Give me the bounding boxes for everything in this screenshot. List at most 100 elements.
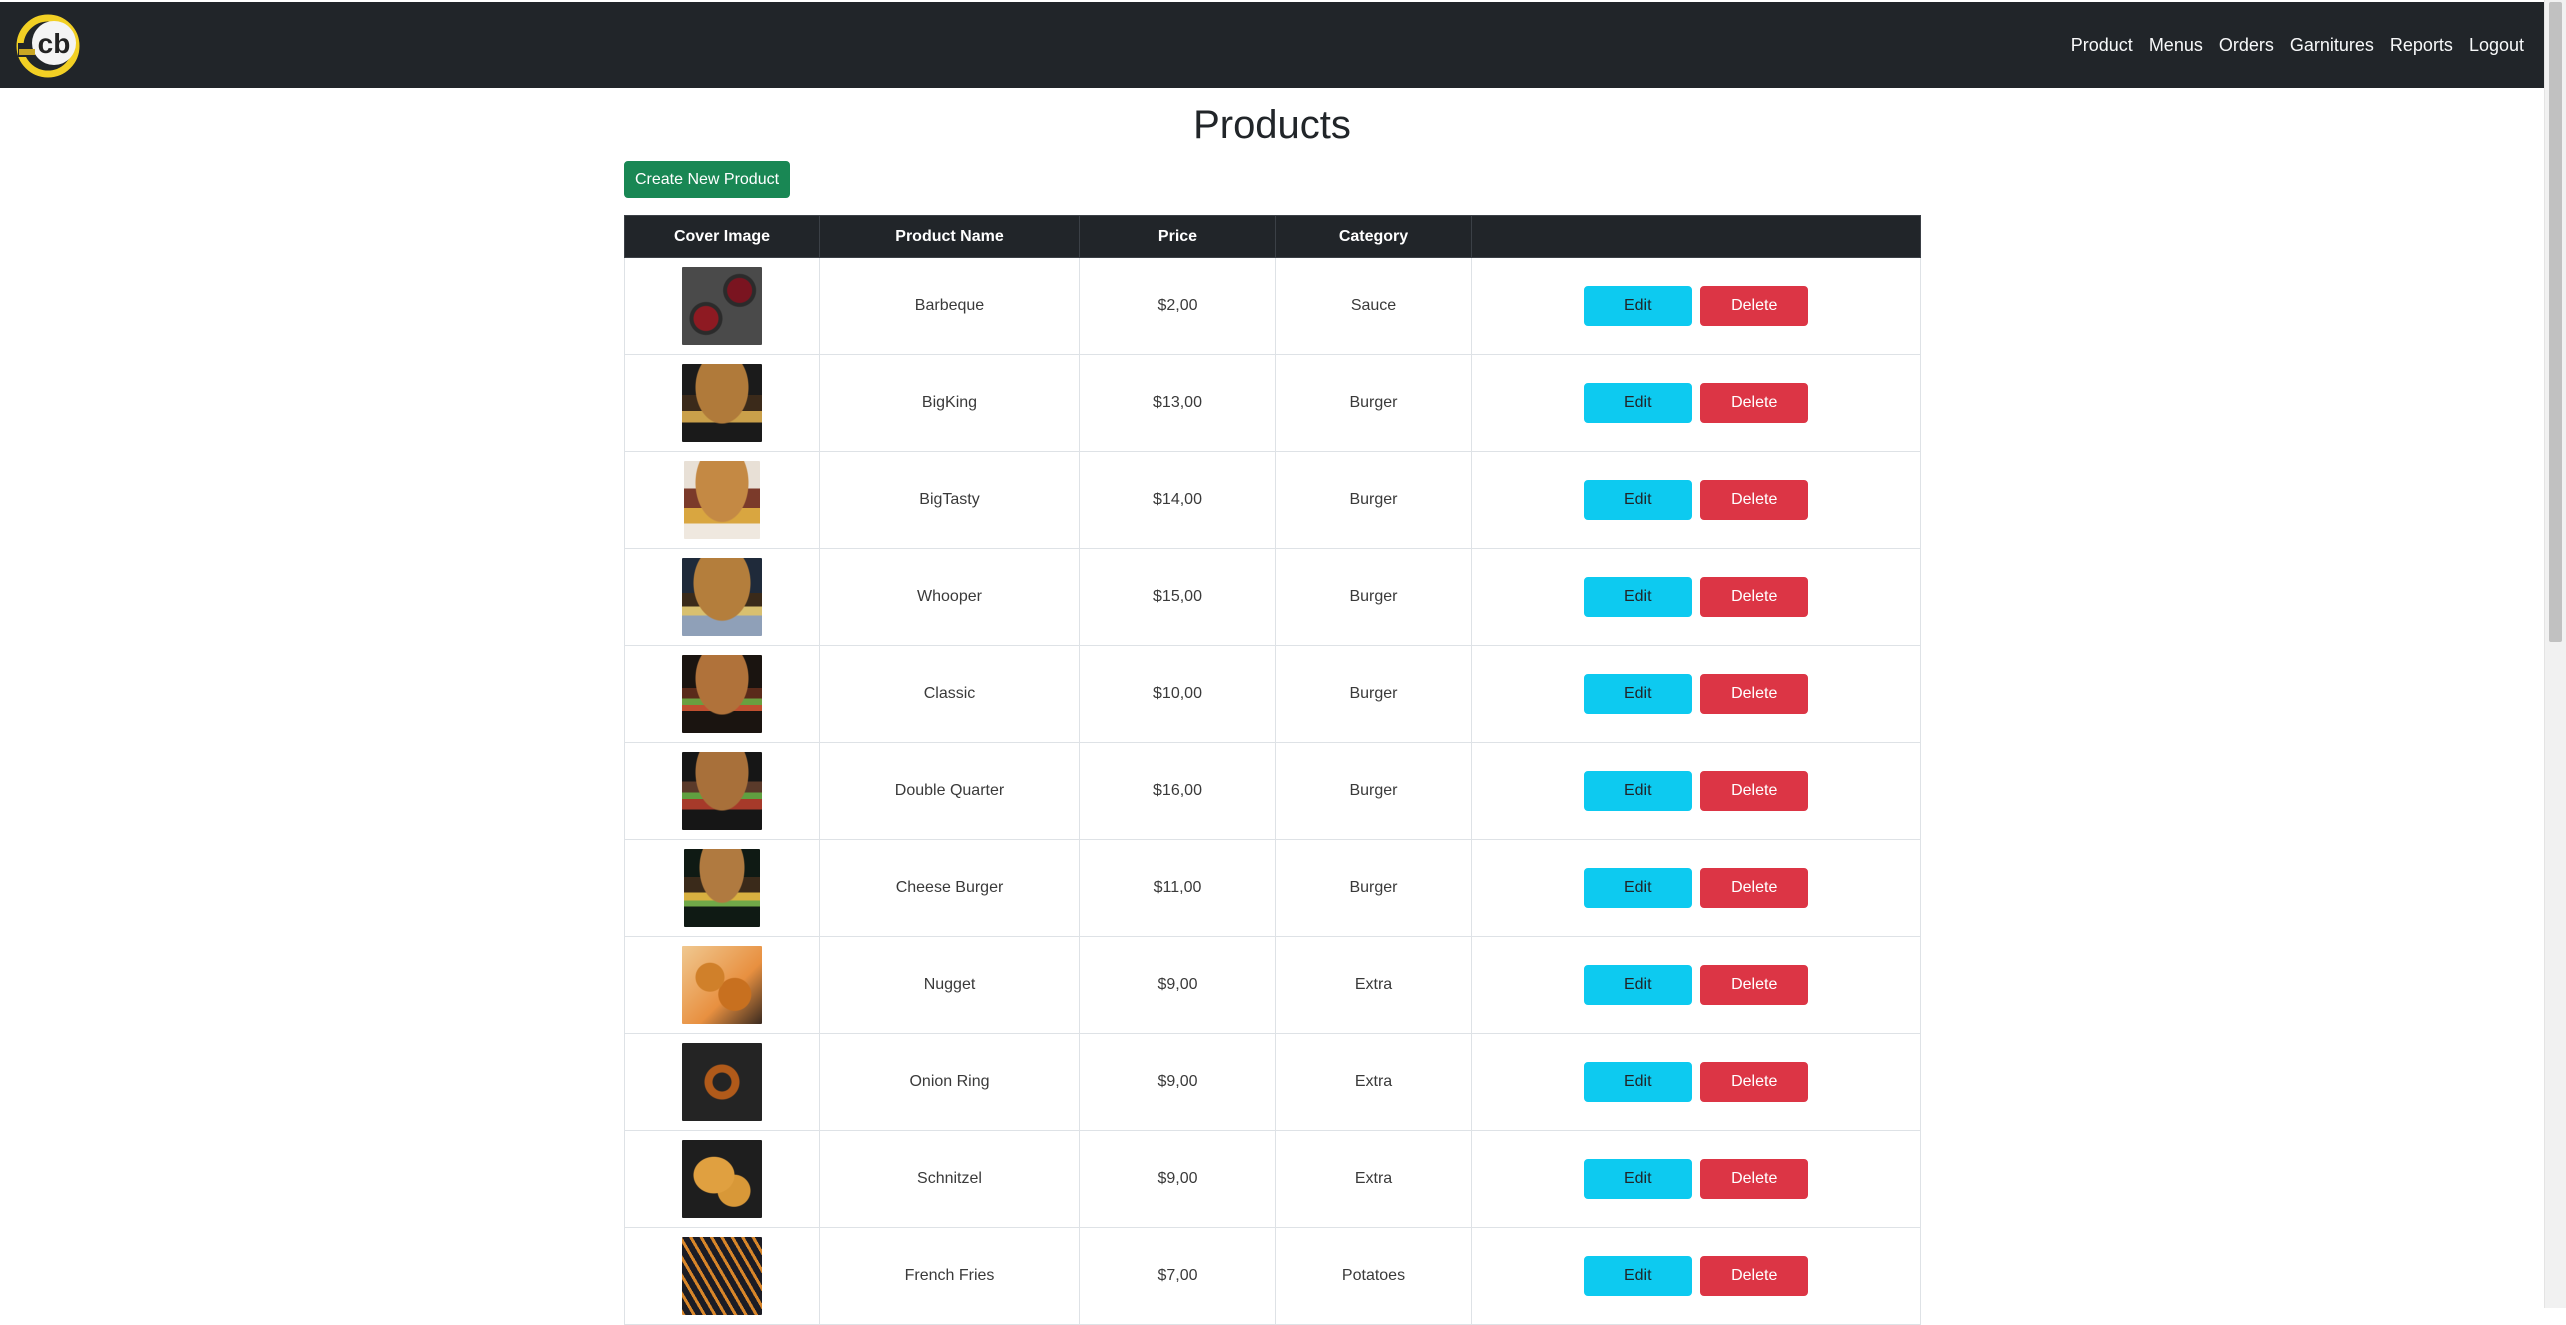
products-table: Cover Image Product Name Price Category …: [624, 215, 1921, 1325]
cell-category: Burger: [1275, 742, 1472, 840]
cell-actions: Edit Delete: [1471, 451, 1921, 549]
delete-button[interactable]: Delete: [1700, 1256, 1809, 1296]
delete-button[interactable]: Delete: [1700, 965, 1809, 1005]
cell-category: Burger: [1275, 839, 1472, 937]
table-row: Whooper $15,00 Burger Edit Delete: [624, 548, 1921, 646]
cell-product-name: BigTasty: [819, 451, 1080, 549]
nav-garnitures[interactable]: Garnitures: [2290, 35, 2374, 56]
table-row: Cheese Burger $11,00 Burger Edit Delete: [624, 839, 1921, 937]
product-thumbnail: [682, 655, 762, 733]
edit-button[interactable]: Edit: [1583, 1062, 1692, 1102]
table-row: Double Quarter $16,00 Burger Edit Delete: [624, 742, 1921, 840]
cell-price: $14,00: [1079, 451, 1276, 549]
edit-button[interactable]: Edit: [1583, 286, 1692, 326]
cell-product-name: Schnitzel: [819, 1130, 1080, 1228]
header-actions: [1471, 215, 1921, 258]
cell-category: Extra: [1275, 1130, 1472, 1228]
product-thumbnail: [684, 849, 760, 927]
nav-links: Product Menus Orders Garnitures Reports …: [2055, 2, 2524, 88]
product-thumbnail: [682, 1237, 762, 1315]
table-row: Onion Ring $9,00 Extra Edit Delete: [624, 1033, 1921, 1131]
cell-cover-image: [624, 936, 820, 1034]
delete-button[interactable]: Delete: [1700, 286, 1809, 326]
cell-price: $7,00: [1079, 1227, 1276, 1325]
delete-button[interactable]: Delete: [1700, 577, 1809, 617]
cell-price: $11,00: [1079, 839, 1276, 937]
cell-cover-image: [624, 1227, 820, 1325]
cell-cover-image: [624, 354, 820, 452]
header-product-name: Product Name: [819, 215, 1080, 258]
edit-button[interactable]: Edit: [1583, 1159, 1692, 1199]
delete-button[interactable]: Delete: [1700, 868, 1809, 908]
create-product-button[interactable]: Create New Product: [624, 161, 790, 198]
delete-button[interactable]: Delete: [1700, 383, 1809, 423]
cell-actions: Edit Delete: [1471, 257, 1921, 355]
cell-actions: Edit Delete: [1471, 936, 1921, 1034]
product-thumbnail: [682, 558, 762, 636]
cell-actions: Edit Delete: [1471, 1227, 1921, 1325]
product-thumbnail: [682, 1043, 762, 1121]
edit-button[interactable]: Edit: [1583, 868, 1692, 908]
cell-product-name: Classic: [819, 645, 1080, 743]
cell-price: $16,00: [1079, 742, 1276, 840]
nav-menus[interactable]: Menus: [2149, 35, 2203, 56]
product-thumbnail: [682, 364, 762, 442]
cell-category: Potatoes: [1275, 1227, 1472, 1325]
delete-button[interactable]: Delete: [1700, 480, 1809, 520]
cell-product-name: Barbeque: [819, 257, 1080, 355]
delete-button[interactable]: Delete: [1700, 1062, 1809, 1102]
edit-button[interactable]: Edit: [1583, 383, 1692, 423]
table-header-row: Cover Image Product Name Price Category: [624, 215, 1921, 258]
edit-button[interactable]: Edit: [1583, 480, 1692, 520]
page-title: Products: [1193, 103, 1351, 147]
cell-product-name: Cheese Burger: [819, 839, 1080, 937]
cell-cover-image: [624, 742, 820, 840]
top-navbar: cb Product Menus Orders Garnitures Repor…: [0, 0, 2544, 88]
cell-price: $2,00: [1079, 257, 1276, 355]
table-row: BigKing $13,00 Burger Edit Delete: [624, 354, 1921, 452]
cell-actions: Edit Delete: [1471, 1033, 1921, 1131]
page-scrollbar[interactable]: [2544, 0, 2566, 1308]
cell-price: $9,00: [1079, 1130, 1276, 1228]
cell-category: Burger: [1275, 548, 1472, 646]
edit-button[interactable]: Edit: [1583, 965, 1692, 1005]
cell-actions: Edit Delete: [1471, 354, 1921, 452]
edit-button[interactable]: Edit: [1583, 577, 1692, 617]
delete-button[interactable]: Delete: [1700, 771, 1809, 811]
cell-actions: Edit Delete: [1471, 548, 1921, 646]
cell-product-name: Onion Ring: [819, 1033, 1080, 1131]
edit-button[interactable]: Edit: [1583, 1256, 1692, 1296]
cell-cover-image: [624, 1130, 820, 1228]
table-row: Classic $10,00 Burger Edit Delete: [624, 645, 1921, 743]
cell-product-name: Whooper: [819, 548, 1080, 646]
product-thumbnail: [682, 946, 762, 1024]
nav-product[interactable]: Product: [2071, 35, 2133, 56]
cell-price: $13,00: [1079, 354, 1276, 452]
scrollbar-thumb[interactable]: [2549, 2, 2562, 642]
nav-reports[interactable]: Reports: [2390, 35, 2453, 56]
cell-price: $10,00: [1079, 645, 1276, 743]
cell-category: Extra: [1275, 1033, 1472, 1131]
cell-category: Burger: [1275, 451, 1472, 549]
nav-logout[interactable]: Logout: [2469, 35, 2524, 56]
cell-cover-image: [624, 645, 820, 743]
cell-product-name: Nugget: [819, 936, 1080, 1034]
table-row: Barbeque $2,00 Sauce Edit Delete: [624, 257, 1921, 355]
table-row: Schnitzel $9,00 Extra Edit Delete: [624, 1130, 1921, 1228]
edit-button[interactable]: Edit: [1583, 674, 1692, 714]
cell-cover-image: [624, 839, 820, 937]
cell-actions: Edit Delete: [1471, 645, 1921, 743]
cell-cover-image: [624, 257, 820, 355]
delete-button[interactable]: Delete: [1700, 674, 1809, 714]
edit-button[interactable]: Edit: [1583, 771, 1692, 811]
brand-logo[interactable]: cb: [16, 13, 88, 79]
table-row: BigTasty $14,00 Burger Edit Delete: [624, 451, 1921, 549]
cell-price: $15,00: [1079, 548, 1276, 646]
brand-logo-text: cb: [38, 28, 71, 59]
cell-cover-image: [624, 1033, 820, 1131]
product-thumbnail: [682, 752, 762, 830]
delete-button[interactable]: Delete: [1700, 1159, 1809, 1199]
product-thumbnail: [682, 267, 762, 345]
cell-category: Sauce: [1275, 257, 1472, 355]
nav-orders[interactable]: Orders: [2219, 35, 2274, 56]
